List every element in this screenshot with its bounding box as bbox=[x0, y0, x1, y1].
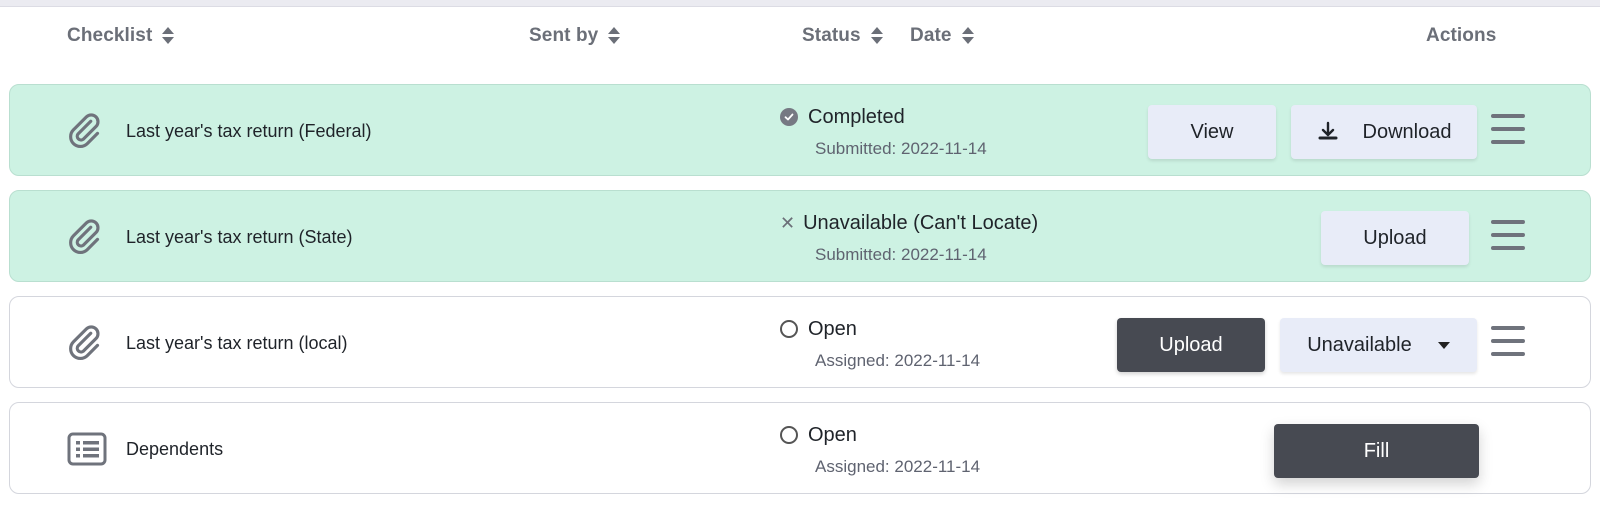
unavailable-label: Unavailable bbox=[1307, 333, 1412, 356]
checklist-item-name: Last year's tax return (State) bbox=[126, 226, 353, 247]
caret-down-icon bbox=[1437, 341, 1450, 349]
status-date: Submitted: 2022-11-14 bbox=[815, 245, 987, 264]
status-date: Assigned: 2022-11-14 bbox=[815, 351, 981, 370]
row-menu-icon[interactable] bbox=[1491, 220, 1525, 250]
upload-button[interactable]: Upload bbox=[1321, 211, 1469, 265]
table-header: Checklist Sent by Status Date Actions bbox=[0, 18, 1600, 54]
list-form-icon bbox=[67, 432, 107, 466]
table-row: Dependents Open Assigned: 2022-11-14 Fil… bbox=[9, 402, 1591, 494]
open-circle-icon bbox=[780, 320, 798, 338]
download-icon bbox=[1318, 121, 1338, 140]
download-label: Download bbox=[1362, 120, 1452, 143]
status-date: Submitted: 2022-11-14 bbox=[815, 139, 987, 158]
column-header-checklist[interactable]: Checklist bbox=[67, 18, 175, 54]
table-row: Last year's tax return (local) Open Assi… bbox=[9, 296, 1591, 388]
status-value: Open bbox=[780, 316, 857, 342]
sort-icon[interactable] bbox=[162, 26, 175, 46]
status-value: Completed bbox=[780, 104, 905, 130]
column-label-sent-by: Sent by bbox=[529, 25, 599, 46]
paperclip-icon bbox=[69, 113, 100, 149]
table-row: Last year's tax return (Federal) Complet… bbox=[9, 84, 1591, 176]
status-label: Open bbox=[808, 423, 857, 446]
status-value: ✕ Unavailable (Can't Locate) bbox=[780, 210, 1038, 236]
column-header-sent-by[interactable]: Sent by bbox=[529, 18, 621, 54]
sort-icon[interactable] bbox=[608, 26, 621, 46]
row-menu-icon[interactable] bbox=[1491, 114, 1525, 144]
top-divider bbox=[0, 0, 1600, 7]
checklist-item-name: Last year's tax return (Federal) bbox=[126, 120, 372, 141]
download-button[interactable]: Download bbox=[1291, 105, 1477, 159]
x-icon: ✕ bbox=[780, 212, 796, 233]
column-label-actions: Actions bbox=[1426, 25, 1497, 46]
fill-button[interactable]: Fill bbox=[1274, 424, 1479, 478]
column-label-date: Date bbox=[910, 25, 952, 46]
status-label: Open bbox=[808, 317, 857, 340]
checklist-item-name: Last year's tax return (local) bbox=[126, 332, 348, 353]
paperclip-icon bbox=[69, 219, 100, 255]
open-circle-icon bbox=[780, 426, 798, 444]
column-header-date[interactable]: Date bbox=[910, 18, 974, 54]
status-date: Assigned: 2022-11-14 bbox=[815, 457, 981, 476]
unavailable-dropdown[interactable]: Unavailable bbox=[1280, 318, 1477, 372]
sort-icon[interactable] bbox=[961, 26, 974, 46]
status-label: Unavailable (Can't Locate) bbox=[803, 211, 1039, 234]
check-circle-icon bbox=[780, 108, 798, 126]
table-row: Last year's tax return (State) ✕ Unavail… bbox=[9, 190, 1591, 282]
status-label: Completed bbox=[808, 105, 905, 128]
view-button[interactable]: View bbox=[1148, 105, 1276, 159]
column-label-status: Status bbox=[802, 25, 861, 46]
upload-button[interactable]: Upload bbox=[1117, 318, 1265, 372]
checklist-item-name: Dependents bbox=[126, 438, 224, 459]
sort-icon[interactable] bbox=[870, 26, 883, 46]
column-label-checklist: Checklist bbox=[67, 25, 153, 46]
row-menu-icon[interactable] bbox=[1491, 326, 1525, 356]
paperclip-icon bbox=[69, 325, 100, 361]
status-value: Open bbox=[780, 422, 857, 448]
column-header-status[interactable]: Status bbox=[802, 18, 883, 54]
checklist-table: Checklist Sent by Status Date Actions La… bbox=[0, 0, 1600, 519]
column-header-actions: Actions bbox=[1426, 18, 1496, 54]
